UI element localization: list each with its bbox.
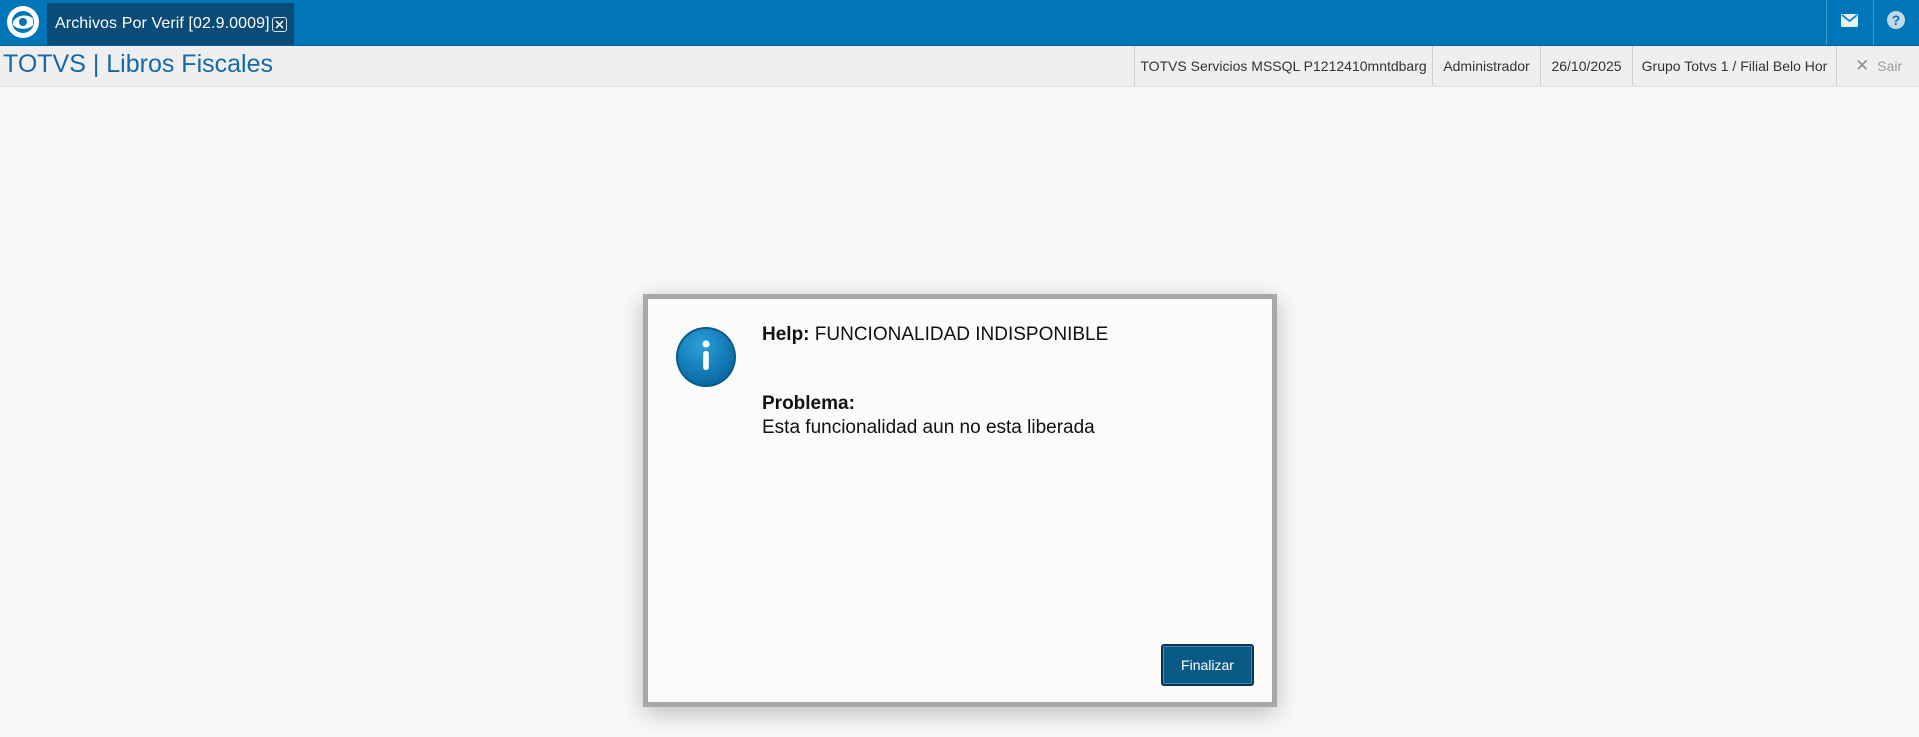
- environment-label[interactable]: TOTVS Servicios MSSQL P1212410mntdbarg: [1134, 46, 1432, 86]
- info-icon: [675, 326, 737, 388]
- mail-icon: [1840, 13, 1858, 32]
- help-button[interactable]: ?: [1873, 0, 1918, 45]
- help-dialog: Help: FUNCIONALIDAD INDISPONIBLE Problem…: [643, 294, 1277, 707]
- date-label[interactable]: 26/10/2025: [1540, 46, 1632, 86]
- close-icon: ✕: [1855, 56, 1870, 75]
- finish-button[interactable]: Finalizar: [1161, 644, 1254, 686]
- problem-text: Esta funcionalidad aun no esta liberada: [762, 417, 1095, 438]
- exit-button[interactable]: ✕ Sair: [1836, 46, 1919, 86]
- user-label[interactable]: Administrador: [1432, 46, 1540, 86]
- tab-label: Archivos Por Verif [02.9.0009]: [55, 15, 270, 32]
- context-bar: TOTVS | Libros Fiscales TOTVS Servicios …: [0, 46, 1919, 87]
- help-icon: ?: [1886, 10, 1906, 35]
- svg-text:?: ?: [1892, 12, 1901, 28]
- totvs-logo-icon[interactable]: [5, 4, 41, 40]
- tab-close-icon[interactable]: [272, 17, 287, 32]
- help-code: FUNCIONALIDAD INDISPONIBLE: [814, 324, 1109, 345]
- mail-button[interactable]: [1826, 0, 1871, 45]
- help-heading: Help: FUNCIONALIDAD INDISPONIBLE: [762, 324, 1108, 346]
- group-branch-label[interactable]: Grupo Totvs 1 / Filial Belo Hor: [1632, 46, 1836, 86]
- help-label: Help:: [762, 324, 810, 345]
- exit-label: Sair: [1877, 58, 1903, 74]
- tab-archivos-por-verif[interactable]: Archivos Por Verif [02.9.0009]: [47, 3, 294, 45]
- problem-label: Problema:: [762, 393, 855, 414]
- app-title: TOTVS | Libros Fiscales: [3, 50, 273, 78]
- top-bar: Archivos Por Verif [02.9.0009] ?: [0, 0, 1919, 46]
